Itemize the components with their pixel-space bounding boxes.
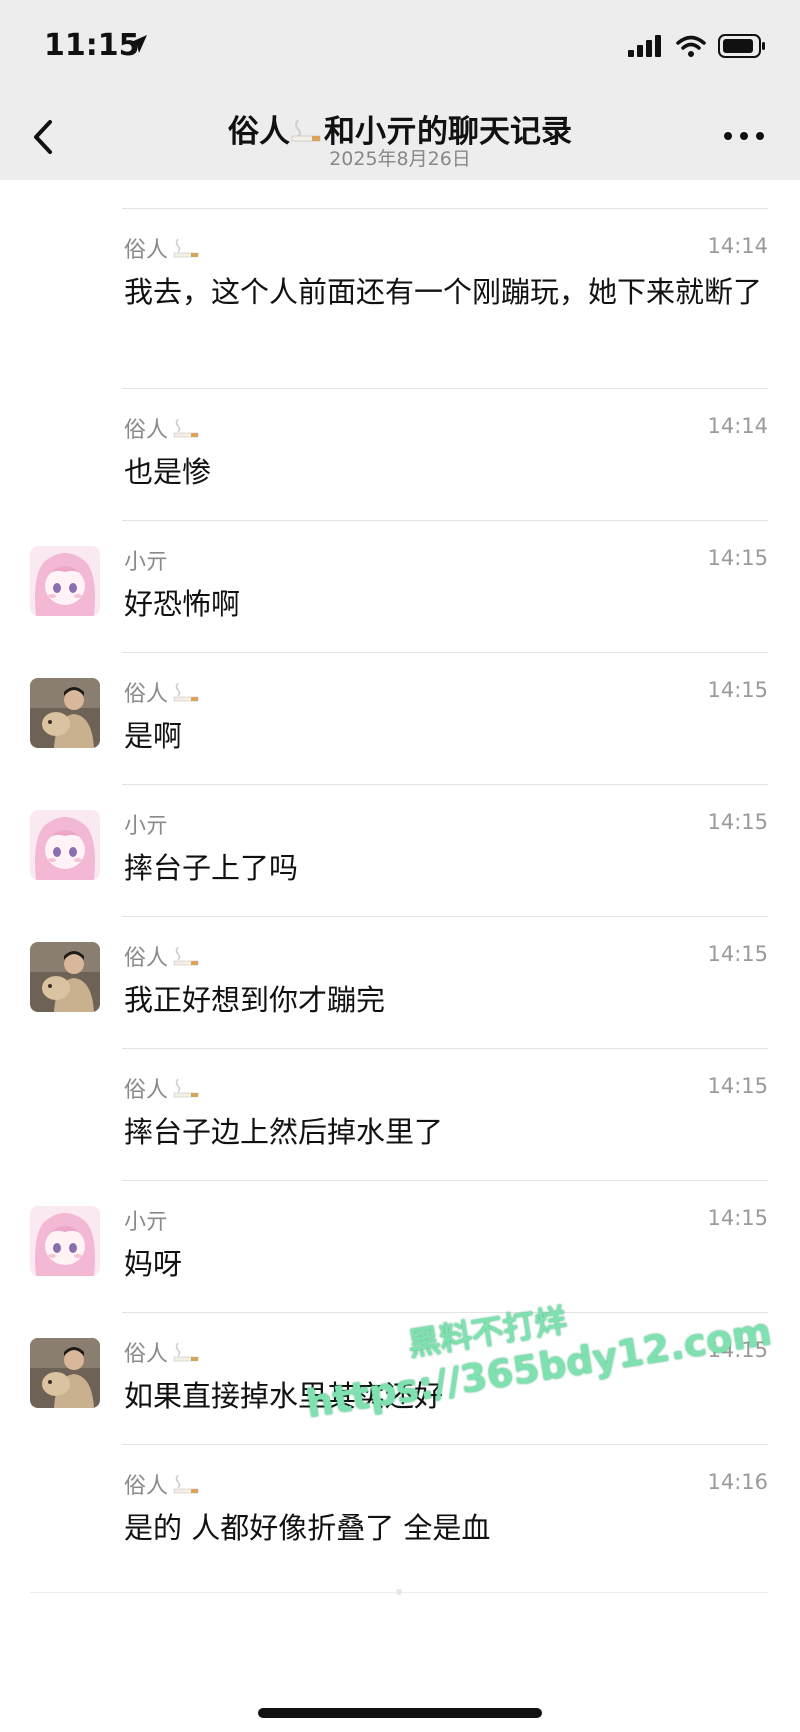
message-text: 也是惨 xyxy=(124,455,212,489)
status-bar: 11:15 xyxy=(0,0,800,100)
cigarette-emoji-icon xyxy=(173,238,199,258)
message-text: 如果直接掉水里其实还好 xyxy=(124,1379,444,1413)
sender-name: 俗人 xyxy=(124,1072,200,1104)
avatar[interactable] xyxy=(30,546,100,616)
message-time: 14:14 xyxy=(707,414,768,438)
list-item[interactable]: 小亓 14:15 摔台子上了吗 xyxy=(0,784,800,916)
list-item[interactable]: 俗人 14:15 我正好想到你才蹦完 xyxy=(0,916,800,1048)
sender-name: 小亓 xyxy=(124,814,169,839)
message-time: 14:15 xyxy=(707,810,768,834)
anime-girl-avatar-icon xyxy=(30,1206,100,1276)
list-item[interactable]: 小亓 14:15 好恐怖啊 xyxy=(0,520,800,652)
list-item[interactable]: 小亓 14:15 妈呀 xyxy=(0,1180,800,1312)
list-item[interactable]: 俗人 14:15 是啊 xyxy=(0,652,800,784)
signal-icon xyxy=(628,35,661,57)
message-text: 是啊 xyxy=(124,719,183,753)
cigarette-emoji-icon xyxy=(173,946,199,966)
sender-name: 小亓 xyxy=(124,550,169,575)
list-item[interactable]: 俗人 14:15 摔台子边上然后掉水里了 xyxy=(0,1048,800,1180)
sender-name: 俗人 xyxy=(124,940,200,972)
cigarette-emoji-icon xyxy=(173,1078,199,1098)
avatar[interactable] xyxy=(30,942,100,1012)
avatar[interactable] xyxy=(30,1206,100,1276)
message-text: 我正好想到你才蹦完 xyxy=(124,983,386,1017)
list-item[interactable]: 俗人 14:16 是的 人都好像折叠了 全是血 xyxy=(0,1444,800,1576)
list-item[interactable]: 俗人 14:15 如果直接掉水里其实还好 xyxy=(0,1312,800,1444)
sender-name: 俗人 xyxy=(124,1336,200,1368)
person-with-dog-avatar-icon xyxy=(30,1338,100,1408)
status-indicators xyxy=(628,34,766,58)
cigarette-emoji-icon xyxy=(291,119,321,142)
avatar[interactable] xyxy=(30,810,100,880)
message-time: 14:16 xyxy=(707,1470,768,1494)
message-text: 是的 人都好像折叠了 全是血 xyxy=(124,1511,491,1545)
chat-date: 2025年8月26日 xyxy=(329,148,471,170)
battery-icon xyxy=(718,34,765,58)
message-time: 14:15 xyxy=(707,1338,768,1362)
cigarette-emoji-icon xyxy=(173,1342,199,1362)
message-text: 我去，这个人前面还有一个刚蹦玩，她下来就断了 xyxy=(124,275,763,309)
message-text: 好恐怖啊 xyxy=(124,587,241,621)
wifi-icon xyxy=(676,35,706,57)
cigarette-emoji-icon xyxy=(173,418,199,438)
more-icon[interactable] xyxy=(722,124,766,148)
message-time: 14:15 xyxy=(707,1206,768,1230)
cigarette-emoji-icon xyxy=(173,1474,199,1494)
message-time: 14:15 xyxy=(707,546,768,570)
end-dot xyxy=(396,1589,402,1595)
avatar[interactable] xyxy=(30,1338,100,1408)
message-time: 14:15 xyxy=(707,942,768,966)
anime-girl-avatar-icon xyxy=(30,546,100,616)
nav-bar: 俗人 和小亓的聊天记录 2025年8月26日 xyxy=(0,100,800,180)
list-item[interactable]: 俗人 14:14 我去，这个人前面还有一个刚蹦玩，她下来就断了 xyxy=(0,208,800,388)
list-item[interactable]: 俗人 14:14 也是惨 xyxy=(0,388,800,520)
sender-name: 俗人 xyxy=(124,1468,200,1500)
message-text: 摔台子上了吗 xyxy=(124,851,299,885)
avatar[interactable] xyxy=(30,678,100,748)
message-time: 14:15 xyxy=(707,678,768,702)
message-text: 妈呀 xyxy=(124,1247,183,1281)
person-with-dog-avatar-icon xyxy=(30,678,100,748)
message-time: 14:15 xyxy=(707,1074,768,1098)
sender-name: 俗人 xyxy=(124,232,200,264)
sender-name: 小亓 xyxy=(124,1210,169,1235)
message-text: 摔台子边上然后掉水里了 xyxy=(124,1115,444,1149)
sender-name: 俗人 xyxy=(124,412,200,444)
location-arrow-icon xyxy=(129,35,147,53)
cigarette-emoji-icon xyxy=(173,682,199,702)
anime-girl-avatar-icon xyxy=(30,810,100,880)
person-with-dog-avatar-icon xyxy=(30,942,100,1012)
message-time: 14:14 xyxy=(707,234,768,258)
home-indicator[interactable] xyxy=(258,1708,542,1718)
sender-name: 俗人 xyxy=(124,676,200,708)
